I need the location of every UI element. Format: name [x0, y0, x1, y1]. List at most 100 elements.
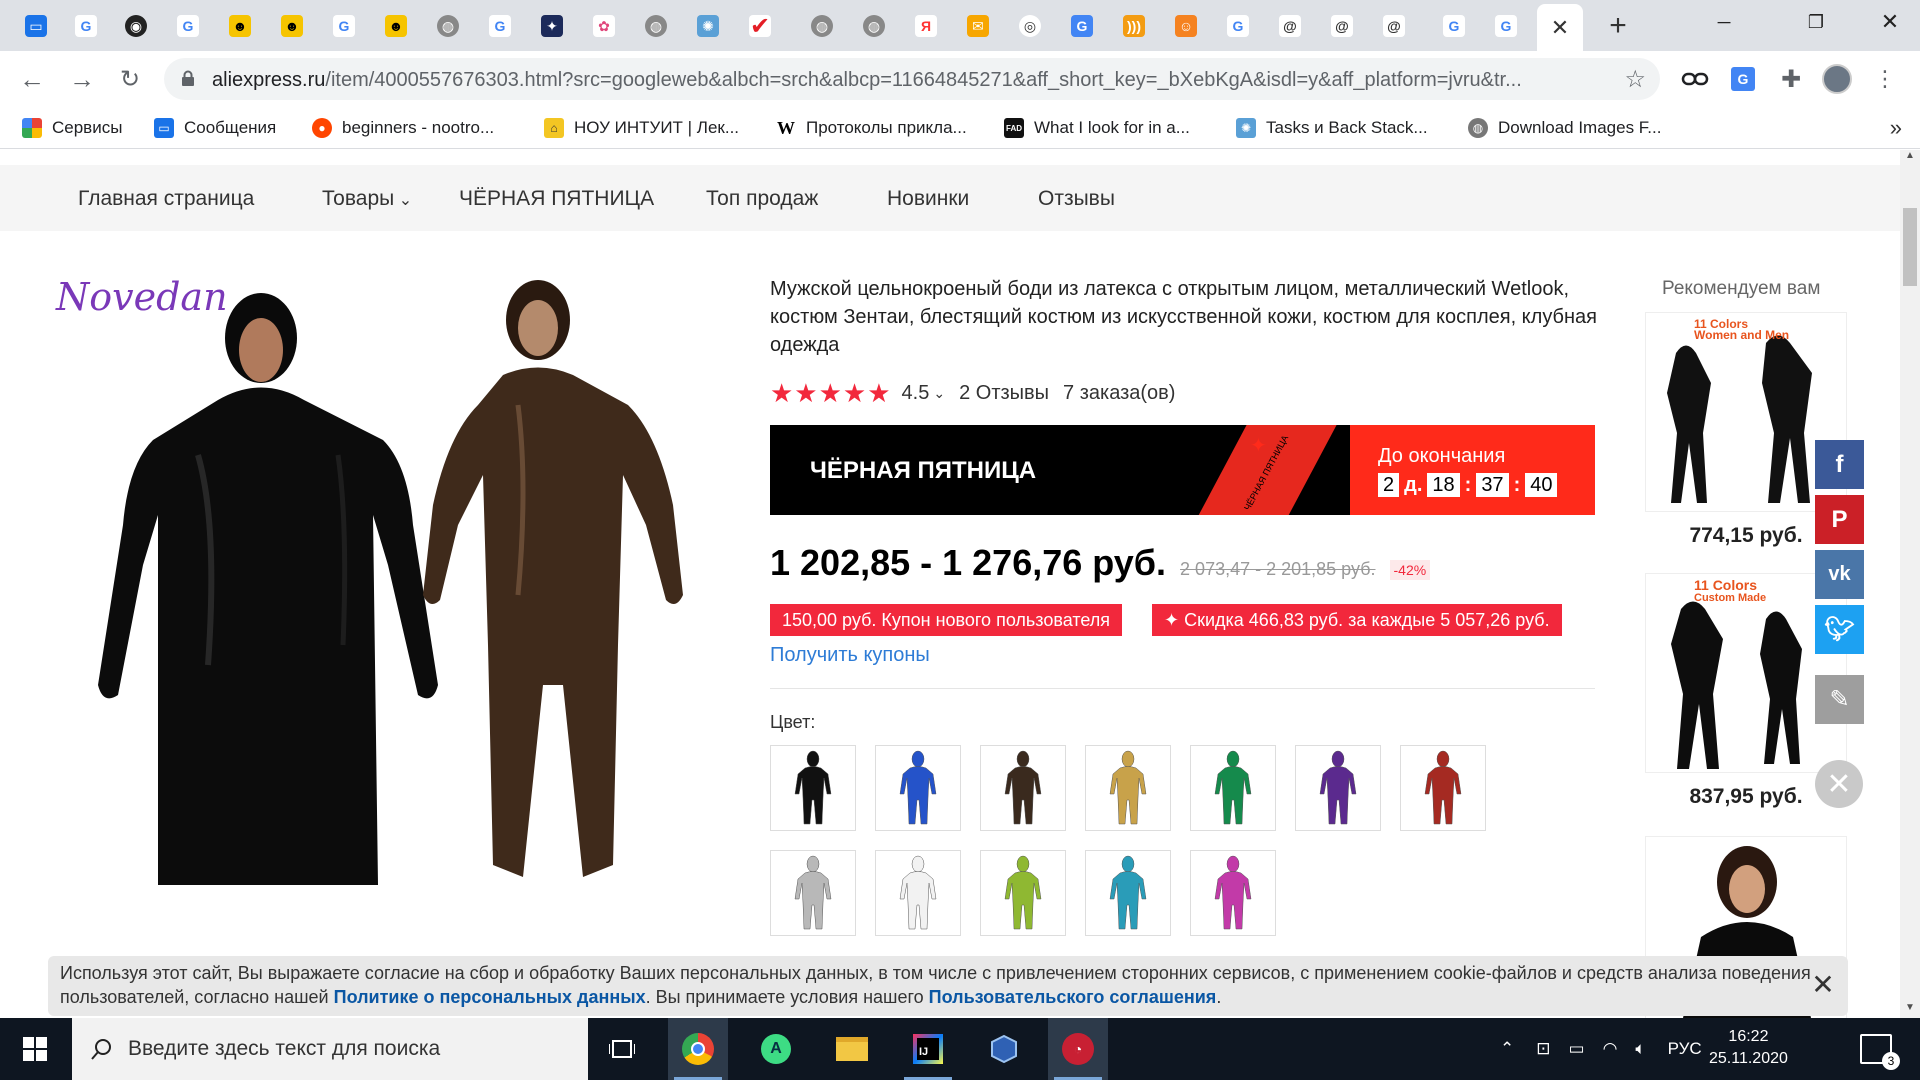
clock[interactable]: 16:22 25.11.2020 [1709, 1026, 1788, 1070]
scroll-down-arrow-icon[interactable]: ▼ [1900, 1002, 1920, 1018]
tab-ok[interactable]: ☺ [1164, 6, 1208, 46]
menu-kebab-icon[interactable]: ⋮ [1870, 64, 1900, 94]
color-swatch[interactable] [980, 745, 1066, 831]
bookmark-intuit[interactable]: ⌂ НОУ ИНТУИТ | Лек... [544, 116, 739, 140]
restore-button[interactable]: ❐ [1786, 0, 1846, 44]
chrome-taskbar-icon[interactable] [668, 1018, 728, 1080]
link-icon[interactable] [1680, 64, 1710, 94]
reload-button[interactable]: ↻ [114, 63, 146, 95]
tab-at-2[interactable]: @ [1320, 6, 1364, 46]
tab-google-3[interactable]: G [322, 6, 366, 46]
volume-icon[interactable]: 🔈︎ [1635, 1039, 1645, 1059]
close-tab-icon[interactable]: ✕ [1551, 15, 1569, 41]
bookmark-services[interactable]: Сервисы [22, 116, 122, 140]
bookmark-android[interactable]: ✺ Tasks и Back Stack... [1236, 116, 1428, 140]
battery-icon[interactable]: ▭ [1569, 1039, 1585, 1059]
color-swatch[interactable] [770, 745, 856, 831]
bookmark-download-images[interactable]: ◍ Download Images F... [1468, 116, 1661, 140]
scroll-up-arrow-icon[interactable]: ▲ [1900, 150, 1920, 166]
taskbar-search-box[interactable]: Введите здесь текст для поиска [72, 1018, 588, 1080]
scroll-thumb[interactable] [1903, 208, 1917, 286]
bookmark-messages[interactable]: ▭ Сообщения [154, 116, 276, 140]
forward-button[interactable]: → [66, 63, 98, 95]
tab-messages[interactable]: ▭ [14, 6, 58, 46]
product-main-image[interactable] [48, 265, 728, 885]
profile-avatar[interactable] [1822, 64, 1852, 94]
new-tab-button[interactable]: + [1600, 8, 1636, 44]
color-swatch[interactable] [1295, 745, 1381, 831]
facebook-share-icon[interactable]: f [1815, 440, 1864, 489]
tab-google-4[interactable]: G [478, 6, 522, 46]
close-cookie-icon[interactable]: ✕ [1808, 970, 1838, 1000]
tab-google-6[interactable]: G [1432, 6, 1476, 46]
chevron-more-icon[interactable]: » [1890, 115, 1902, 141]
page-scrollbar[interactable]: ▲ ▼ [1900, 150, 1920, 1018]
android-studio-icon[interactable]: A [746, 1018, 806, 1080]
nav-home[interactable]: Главная страница [78, 187, 254, 211]
tab-globe-3[interactable]: ◍ [800, 6, 844, 46]
tab-globe[interactable]: ◍ [426, 6, 470, 46]
tab-space[interactable]: ✦ [530, 6, 574, 46]
tab-translate[interactable]: G [1060, 6, 1104, 46]
virtualbox-icon[interactable] [974, 1018, 1034, 1080]
user-agreement-link[interactable]: Пользовательского соглашения [929, 987, 1217, 1007]
chevron-up-icon[interactable]: ⌃ [1500, 1039, 1514, 1059]
tab-rss[interactable]: ))) [1112, 6, 1156, 46]
get-coupons-link[interactable]: Получить купоны [770, 644, 930, 667]
color-swatch[interactable] [1190, 850, 1276, 936]
color-swatch[interactable] [1085, 850, 1171, 936]
color-swatch[interactable] [770, 850, 856, 936]
people-icon[interactable]: ⊡ [1536, 1039, 1550, 1059]
wifi-icon[interactable]: ◠ [1603, 1039, 1618, 1059]
vk-share-icon[interactable]: vk [1815, 550, 1864, 599]
rating-value[interactable]: 4.5 [902, 382, 930, 405]
bookmark-fad[interactable]: FAD What I look for in a... [1004, 116, 1190, 140]
minimize-button[interactable]: ─ [1694, 0, 1754, 44]
color-swatch[interactable] [980, 850, 1066, 936]
extensions-puzzle-icon[interactable]: ✚ [1776, 64, 1806, 94]
language-indicator[interactable]: РУС [1668, 1039, 1702, 1059]
nav-products[interactable]: Товары ⌄ [322, 187, 412, 211]
reviews-link[interactable]: 2 Отзывы [959, 382, 1049, 405]
tab-google[interactable]: G [64, 6, 108, 46]
store-discount-coupon[interactable]: ✦ Скидка 466,83 руб. за каждые 5 057,26 … [1152, 604, 1562, 636]
start-button[interactable] [0, 1018, 70, 1080]
tab-molecule[interactable]: ✿ [582, 6, 626, 46]
tab-google-7[interactable]: G [1484, 6, 1528, 46]
color-swatch[interactable] [875, 745, 961, 831]
bookmark-star-icon[interactable]: ☆ [1624, 65, 1646, 94]
chevron-down-icon[interactable]: ⌄ [933, 385, 945, 402]
black-friday-banner[interactable]: ЧЁРНАЯ ПЯТНИЦА ЧЁРНАЯ ПЯТНИЦА ✦ До оконч… [770, 425, 1595, 515]
nav-new[interactable]: Новинки [887, 187, 969, 211]
tab-yandex[interactable]: Я [904, 6, 948, 46]
app64-icon[interactable]: ◔ [1048, 1018, 1108, 1080]
close-window-button[interactable]: ✕ [1860, 0, 1920, 44]
address-bar[interactable]: aliexpress.ru/item/4000557676303.html?sr… [164, 58, 1660, 100]
back-button[interactable]: ← [16, 63, 48, 95]
bookmark-wikipedia[interactable]: W Протоколы прикла... [776, 116, 967, 140]
close-share-icon[interactable]: ✕ [1815, 760, 1863, 808]
intellij-icon[interactable]: IJ [898, 1018, 958, 1080]
file-explorer-icon[interactable] [822, 1018, 882, 1080]
tab-check[interactable]: ✔ [738, 6, 782, 46]
tab-at[interactable]: @ [1268, 6, 1312, 46]
tab-mail[interactable]: ✉ [956, 6, 1000, 46]
task-view-icon[interactable] [592, 1018, 652, 1080]
tab-gear[interactable]: ✺ [686, 6, 730, 46]
tab-target[interactable]: ◎ [1008, 6, 1052, 46]
tab-globe-2[interactable]: ◍ [634, 6, 678, 46]
pinterest-share-icon[interactable]: P [1815, 495, 1864, 544]
color-swatch[interactable] [1190, 745, 1276, 831]
color-swatch[interactable] [1085, 745, 1171, 831]
bookmark-reddit[interactable]: ● beginners - nootro... [312, 116, 494, 140]
tab-bot-3[interactable]: ☻ [374, 6, 418, 46]
notification-center-icon[interactable]: 3 [1860, 1034, 1900, 1070]
tab-github[interactable]: ◉ [114, 6, 158, 46]
new-user-coupon[interactable]: 150,00 руб. Купон нового пользователя [770, 604, 1123, 636]
privacy-policy-link[interactable]: Политике о персональных данных [334, 987, 646, 1007]
tab-google-5[interactable]: G [1216, 6, 1260, 46]
nav-black-friday[interactable]: ЧЁРНАЯ ПЯТНИЦА [459, 187, 654, 211]
tab-bot-2[interactable]: ☻ [270, 6, 314, 46]
translate-extension-icon[interactable]: G [1728, 64, 1758, 94]
nav-reviews[interactable]: Отзывы [1038, 187, 1115, 211]
